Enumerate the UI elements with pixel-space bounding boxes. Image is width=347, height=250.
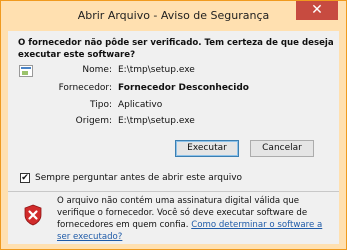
origin-label: Origem:	[75, 116, 112, 126]
always-ask-checkbox[interactable]: ✔	[20, 173, 30, 183]
security-warning-dialog: Abrir Arquivo - Aviso de Segurança ✕ O f…	[0, 0, 347, 250]
cancel-button[interactable]: Cancelar	[250, 140, 314, 157]
name-value: E:\tmp\setup.exe	[118, 65, 195, 75]
close-icon: ✕	[311, 2, 323, 18]
application-file-icon	[19, 65, 33, 77]
question-text: O fornecedor não pôde ser verificado. Te…	[18, 38, 334, 60]
shield-error-icon	[24, 204, 42, 226]
dialog-body: O fornecedor não pôde ser verificado. Te…	[8, 31, 339, 244]
origin-value: E:\tmp\setup.exe	[118, 116, 195, 126]
publisher-value: Fornecedor Desconhecido	[118, 83, 249, 93]
type-value: Aplicativo	[118, 100, 163, 110]
title-bar[interactable]: Abrir Arquivo - Aviso de Segurança ✕	[1, 1, 346, 31]
window-title: Abrir Arquivo - Aviso de Segurança	[77, 9, 270, 22]
name-label: Nome:	[82, 65, 112, 75]
warning-message: O arquivo não contém uma assinatura digi…	[57, 195, 333, 243]
type-label: Tipo:	[90, 100, 112, 110]
publisher-label: Fornecedor:	[58, 83, 112, 93]
always-ask-label[interactable]: Sempre perguntar antes de abrir este arq…	[35, 173, 242, 183]
close-button[interactable]: ✕	[296, 1, 338, 20]
separator	[8, 191, 339, 192]
execute-button[interactable]: Executar	[175, 140, 239, 157]
